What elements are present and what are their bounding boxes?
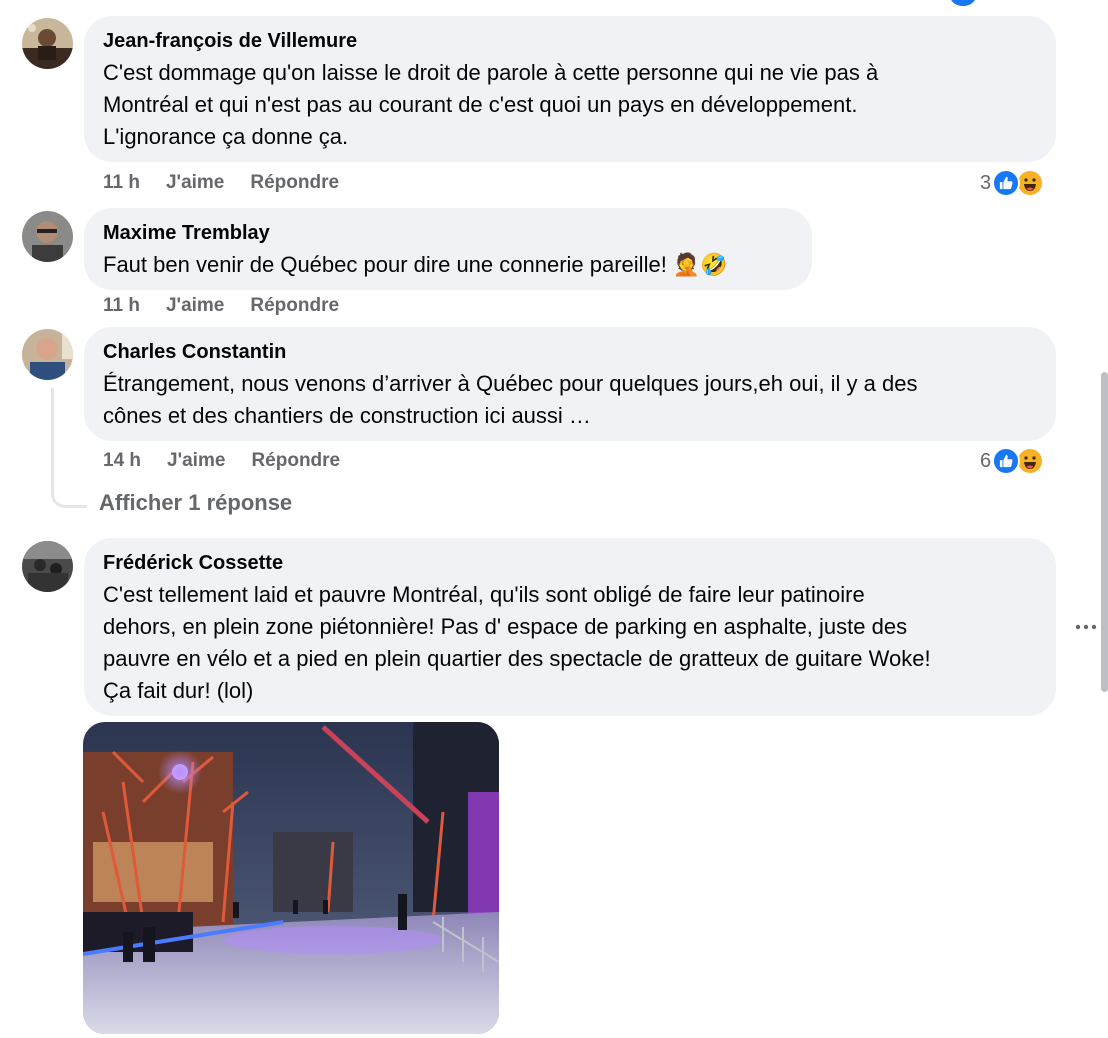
comment-author[interactable]: Charles Constantin — [103, 340, 1036, 364]
comment-actions: 11 h J'aime Répondre — [103, 170, 339, 196]
avatar[interactable] — [22, 211, 73, 262]
comment-text-line: pauvre en vélo et a pied en plein quarti… — [103, 646, 931, 671]
like-icon — [992, 447, 1021, 475]
reply-button[interactable]: Répondre — [251, 450, 340, 472]
haha-icon — [1016, 447, 1045, 475]
show-replies-link[interactable]: Afficher 1 réponse — [99, 490, 292, 516]
comment-text-line: C'est dommage qu'on laisse le droit de p… — [103, 60, 879, 85]
comment-text-line: Étrangement, nous venons d’arriver à Qué… — [103, 371, 918, 396]
comment-bubble: Jean-françois de Villemure C'est dommage… — [84, 16, 1056, 162]
haha-icon — [1016, 169, 1045, 197]
reactions-summary[interactable]: 6 — [980, 446, 1045, 476]
comment-author[interactable]: Maxime Tremblay — [103, 221, 792, 245]
like-button[interactable]: J'aime — [166, 172, 224, 194]
reply-button[interactable]: Répondre — [250, 172, 339, 194]
scrollbar[interactable] — [1101, 372, 1108, 692]
reaction-count: 6 — [980, 449, 992, 472]
reply-thread-line — [51, 388, 87, 508]
comment-timestamp[interactable]: 11 h — [103, 172, 140, 194]
like-icon — [992, 169, 1021, 197]
comment-text-line: cônes et des chantiers de construction i… — [103, 403, 591, 428]
comment-timestamp[interactable]: 11 h — [103, 295, 140, 317]
comment-bubble: Maxime Tremblay Faut ben venir de Québec… — [84, 208, 812, 290]
comment-author[interactable]: Jean-françois de Villemure — [103, 29, 1036, 53]
comment-text-line: C'est tellement laid et pauvre Montréal,… — [103, 582, 865, 607]
reaction-count: 3 — [980, 171, 992, 194]
comment-actions: 11 h J'aime Répondre — [103, 293, 339, 319]
avatar[interactable] — [22, 18, 73, 69]
partial-reaction-icon — [950, 0, 976, 6]
avatar[interactable] — [22, 541, 73, 592]
comment-text-line: Faut ben venir de Québec pour dire une c… — [103, 252, 728, 277]
comment-bubble: Frédérick Cossette C'est tellement laid … — [84, 538, 1056, 716]
comment-photo[interactable] — [83, 722, 499, 1034]
reply-button[interactable]: Répondre — [250, 295, 339, 317]
comment-text-line: dehors, en plein zone piétonnière! Pas d… — [103, 614, 908, 639]
comment-text-line: L'ignorance ça donne ça. — [103, 124, 349, 149]
comment-text-line: Montréal et qui n'est pas au courant de … — [103, 92, 858, 117]
comment-bubble: Charles Constantin Étrangement, nous ven… — [84, 327, 1056, 441]
more-options-icon[interactable] — [1073, 614, 1099, 640]
comment-timestamp[interactable]: 14 h — [103, 450, 141, 472]
comment-actions: 14 h J'aime Répondre — [103, 448, 340, 474]
reactions-summary[interactable]: 3 — [980, 168, 1045, 198]
comment-author[interactable]: Frédérick Cossette — [103, 551, 1036, 575]
comment-text-line: Ça fait dur! (lol) — [103, 678, 254, 703]
like-button[interactable]: J'aime — [167, 450, 225, 472]
avatar[interactable] — [22, 329, 73, 380]
like-button[interactable]: J'aime — [166, 295, 224, 317]
